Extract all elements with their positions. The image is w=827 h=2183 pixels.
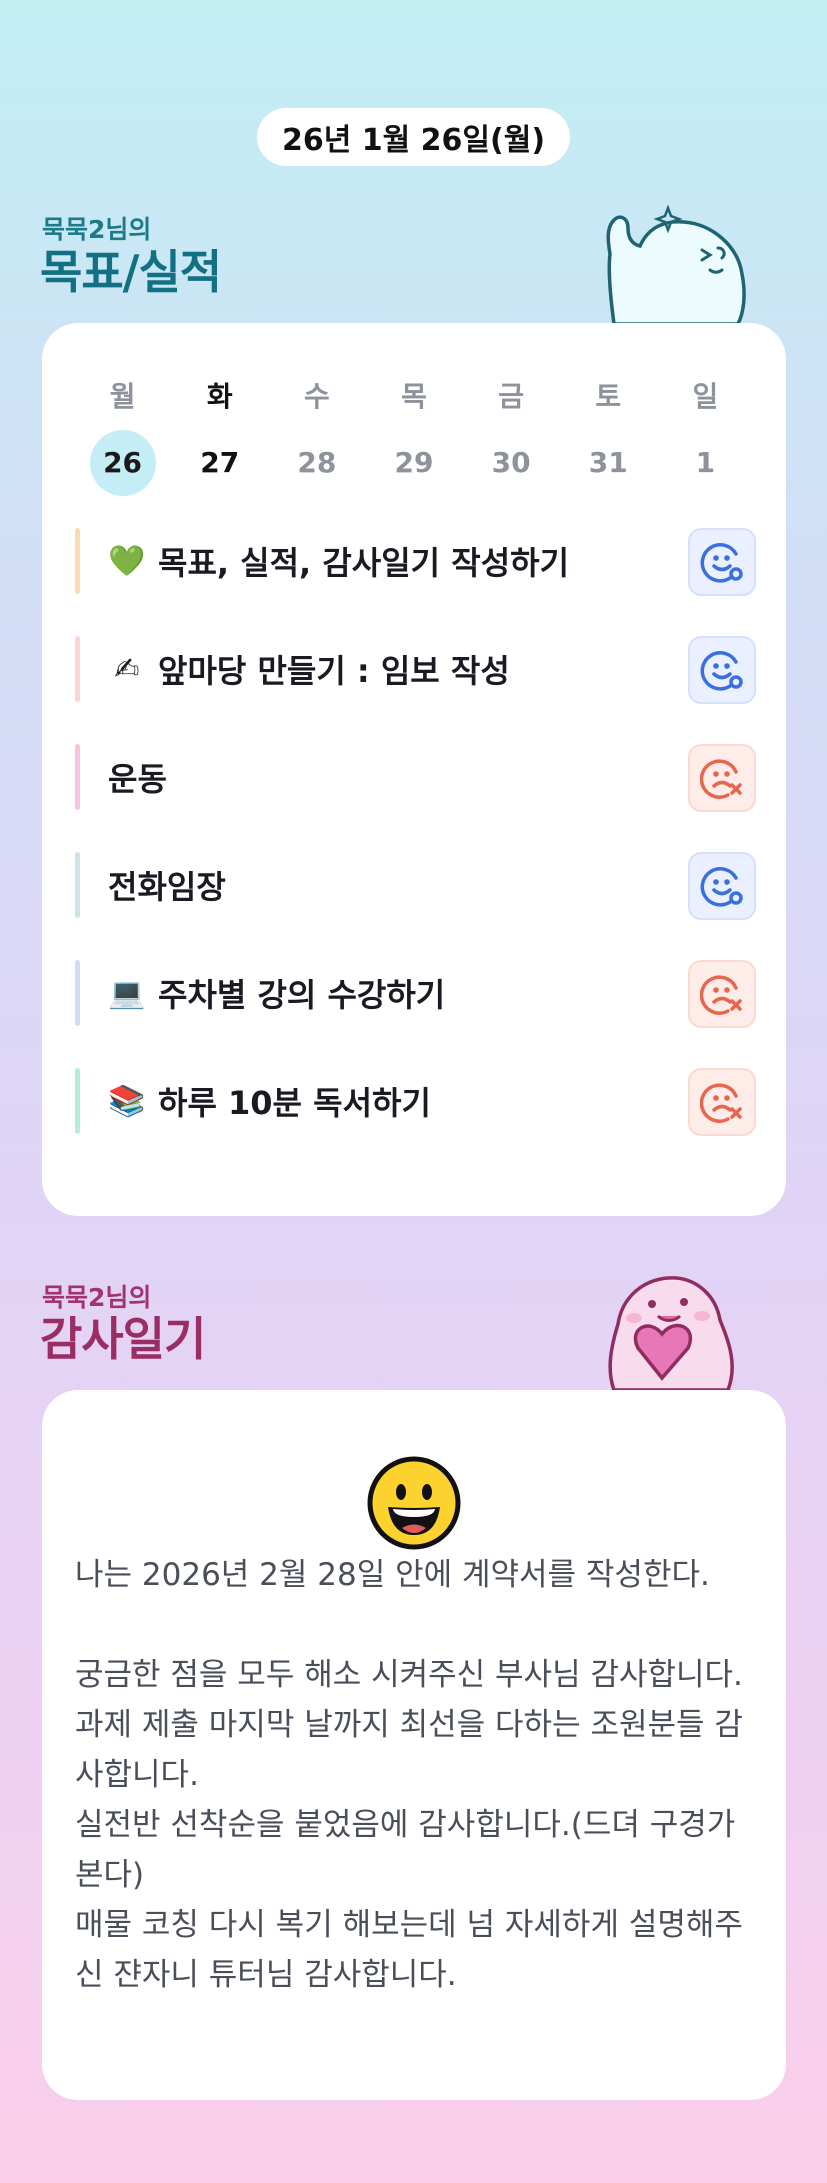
books-icon: 📚	[108, 1083, 146, 1119]
smile-check-icon	[700, 648, 744, 692]
goal-label: 전화임장	[108, 862, 226, 908]
weekday-label: 화	[206, 380, 233, 413]
gratitude-text: 나는 2026년 2월 28일 안에 계약서를 작성한다. 궁금한 점을 모두 …	[75, 1557, 743, 1993]
goal-text: 앞마당 만들기 : 임보 작성	[158, 652, 510, 690]
date-cell[interactable]: 28	[268, 430, 365, 496]
date-number: 1	[695, 446, 716, 479]
sad-x-icon	[700, 756, 744, 800]
date-number: 27	[200, 446, 240, 479]
weekday-label: 토	[595, 380, 622, 413]
goal-text: 운동	[108, 760, 167, 798]
gratitude-section-title: 감사일기	[40, 1312, 206, 1366]
heart-mascot-icon	[608, 1276, 734, 1390]
goal-color-bar	[75, 744, 80, 810]
sad-x-icon	[700, 972, 744, 1016]
weekday-header: 월 화 수 목 금 토 일	[74, 375, 754, 415]
goal-item[interactable]: 전화임장	[75, 852, 756, 920]
weekday-label: 월	[109, 380, 136, 413]
goal-text: 하루 10분 독서하기	[158, 1084, 431, 1122]
grinning-face-icon	[367, 1456, 461, 1550]
date-pill[interactable]: 26년 1월 26일(월)	[257, 108, 570, 166]
status-missed-button[interactable]	[688, 1068, 756, 1136]
goals-card: 월 화 수 목 금 토 일 26 27 28 29 30 31 1 💚 목표, 실…	[42, 323, 786, 1216]
goal-color-bar	[75, 528, 80, 594]
goal-color-bar	[75, 960, 80, 1026]
status-done-button[interactable]	[688, 528, 756, 596]
date-cell[interactable]: 1	[657, 430, 754, 496]
goal-label: ✍ 앞마당 만들기 : 임보 작성	[108, 646, 510, 692]
date-number: 28	[297, 446, 337, 479]
goal-label: 운동	[108, 754, 167, 800]
weekday-label: 목	[401, 380, 427, 413]
goals-section-title: 목표/실적	[40, 245, 222, 299]
date-number: 29	[394, 446, 434, 479]
weekday-label: 수	[303, 380, 330, 413]
status-missed-button[interactable]	[688, 960, 756, 1028]
sad-x-icon	[700, 1080, 744, 1124]
goal-text: 주차별 강의 수강하기	[158, 976, 446, 1014]
date-cell[interactable]: 30	[463, 430, 560, 496]
goal-label: 💚 목표, 실적, 감사일기 작성하기	[108, 538, 569, 584]
goal-item[interactable]: 📚 하루 10분 독서하기	[75, 1068, 756, 1136]
status-done-button[interactable]	[688, 852, 756, 920]
status-missed-button[interactable]	[688, 744, 756, 812]
goal-text: 전화임장	[108, 868, 226, 906]
status-done-button[interactable]	[688, 636, 756, 704]
goal-item[interactable]: 💚 목표, 실적, 감사일기 작성하기	[75, 528, 756, 596]
goal-item[interactable]: ✍ 앞마당 만들기 : 임보 작성	[75, 636, 756, 704]
green-heart-icon: 💚	[108, 543, 146, 579]
date-number: 31	[588, 446, 628, 479]
date-cell[interactable]: 29	[365, 430, 462, 496]
date-number: 30	[491, 446, 531, 479]
date-cell-selected[interactable]: 26	[74, 430, 171, 496]
smile-check-icon	[700, 864, 744, 908]
goal-color-bar	[75, 636, 80, 702]
date-cell[interactable]: 27	[171, 430, 268, 496]
laptop-icon: 💻	[108, 975, 146, 1011]
goal-label: 📚 하루 10분 독서하기	[108, 1078, 431, 1124]
writing-hand-icon: ✍	[114, 651, 140, 687]
goal-item[interactable]: 운동	[75, 744, 756, 812]
smile-check-icon	[700, 540, 744, 584]
goal-color-bar	[75, 1068, 80, 1134]
date-cell[interactable]: 31	[560, 430, 657, 496]
week-date-row: 26 27 28 29 30 31 1	[74, 430, 754, 496]
goal-text: 목표, 실적, 감사일기 작성하기	[158, 544, 570, 582]
date-number: 26	[89, 430, 156, 496]
weekday-label: 금	[498, 380, 525, 413]
gratitude-card: 나는 2026년 2월 28일 안에 계약서를 작성한다. 궁금한 점을 모두 …	[42, 1390, 786, 2100]
goal-item[interactable]: 💻 주차별 강의 수강하기	[75, 960, 756, 1028]
goal-label: 💻 주차별 강의 수강하기	[108, 970, 445, 1016]
ghost-mascot-icon	[606, 204, 746, 324]
goal-color-bar	[75, 852, 80, 918]
weekday-label: 일	[692, 380, 719, 413]
